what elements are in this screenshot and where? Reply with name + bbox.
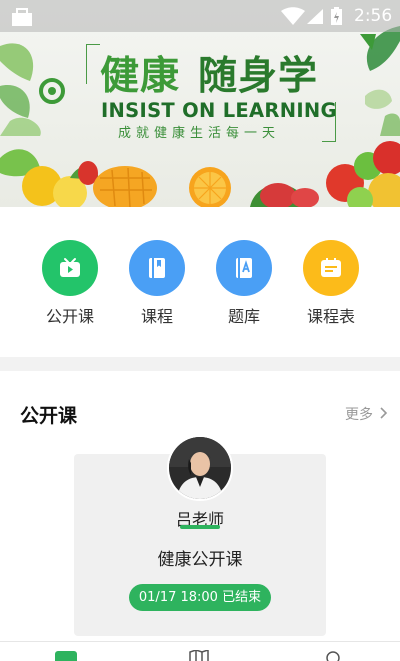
nav-item-public-course[interactable]: 公开课 [26,239,114,329]
quick-nav: 公开课 课程 题库 课程表 [0,207,400,357]
nav-item-courses[interactable]: 课程 [113,239,201,329]
nav-item-schedule[interactable]: 课程表 [287,239,375,329]
chevron-right-icon[interactable] [379,406,388,420]
question-bank-icon-circle [216,240,272,296]
battery-icon [331,7,342,25]
courses-icon-circle [129,240,185,296]
teacher-avatar[interactable] [167,435,233,501]
signal-icon [307,9,323,24]
schedule-icon-circle [303,240,359,296]
section-title: 公开课 [20,405,78,427]
public-course-section: 公开课 更多 吕老师 健康公开课 01/17 18:00 已结束 [0,371,400,661]
bottom-tab-bar [0,641,400,661]
banner-title-part2: 随身学 [198,53,319,99]
banner-title-part1: 健康 [100,53,181,99]
nav-label-schedule: 课程表 [306,307,355,326]
home-tab-icon[interactable] [55,651,77,661]
leaf-decoration-right [360,26,400,136]
wifi-icon [281,7,305,25]
tv-icon [60,258,80,277]
teacher-photo [169,437,231,499]
public-course-icon-circle [42,240,98,296]
status-bar: 2:56 [0,0,400,32]
question-bank-icon [236,258,252,278]
nav-label-public-course: 公开课 [45,307,94,326]
profile-tab-icon[interactable] [323,650,343,661]
teacher-underline [180,525,220,529]
leaf-decoration-left [0,43,65,136]
fruit-illustration [0,141,400,207]
nav-item-question-bank[interactable]: 题库 [200,239,288,329]
course-status-badge: 01/17 18:00 已结束 [129,584,271,611]
book-icon [149,258,165,278]
course-tab-icon[interactable] [189,650,209,661]
shopping-bag-icon [12,8,32,26]
course-title: 健康公开课 [157,550,243,570]
status-time: 2:56 [354,6,393,26]
nav-label-courses: 课程 [140,307,173,326]
hero-banner[interactable]: 健康 随身学 INSIST ON LEARNING 成就健康生活每一天 2:56 [0,0,400,207]
schedule-icon [321,258,341,277]
more-link[interactable]: 更多 [345,404,373,424]
banner-title-english: INSIST ON LEARNING [101,99,337,122]
nav-label-question-bank: 题库 [227,307,260,326]
